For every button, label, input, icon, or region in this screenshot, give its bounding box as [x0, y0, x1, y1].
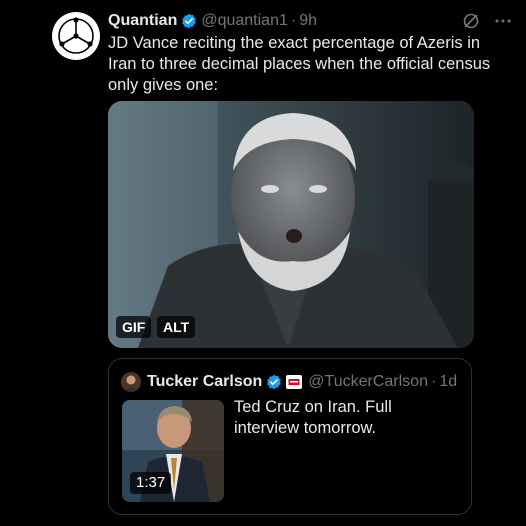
author-handle[interactable]: @quantian1 [201, 12, 288, 30]
quantian-logo-icon [58, 17, 94, 54]
quoted-tweet-text: Ted Cruz on Iran. Full interview tomorro… [234, 398, 392, 437]
quoted-author-handle[interactable]: @TuckerCarlson [308, 373, 428, 391]
gif-frame-image [108, 101, 474, 348]
gif-badge: GIF [116, 316, 152, 338]
quoted-tweet-header: Tucker Carlson @TuckerCarlson · 1d [121, 371, 457, 393]
tucker-avatar-image [121, 372, 141, 392]
tweet-timestamp[interactable]: 9h [299, 12, 317, 30]
tweet-text: JD Vance reciting the exact percentage o… [108, 34, 491, 94]
quoted-tweet-timestamp[interactable]: 1d [439, 373, 457, 391]
alt-text-badge[interactable]: ALT [157, 316, 196, 338]
header-separator: · [290, 12, 297, 29]
verified-badge-icon[interactable] [266, 374, 282, 390]
grok-icon[interactable] [462, 12, 480, 30]
quoted-author-name[interactable]: Tucker Carlson [147, 373, 262, 391]
more-icon[interactable] [494, 12, 512, 30]
quoted-author-avatar[interactable] [121, 372, 141, 392]
author-avatar[interactable] [52, 12, 100, 60]
tweet-header: Quantian @quantian1 · 9h [108, 10, 512, 32]
quoted-tweet[interactable]: Tucker Carlson @TuckerCarlson · 1d 1:37 … [108, 358, 472, 515]
header-actions [462, 12, 512, 30]
verified-badge-icon[interactable] [181, 13, 197, 29]
tweet-gif-media[interactable] [108, 101, 474, 348]
author-name[interactable]: Quantian [108, 12, 177, 30]
affiliate-logo-icon [287, 376, 302, 388]
affiliate-badge-icon[interactable] [286, 375, 303, 389]
quoted-header-separator: · [430, 373, 437, 390]
video-duration-badge: 1:37 [130, 472, 172, 494]
quoted-video-thumbnail[interactable]: 1:37 [122, 400, 224, 502]
